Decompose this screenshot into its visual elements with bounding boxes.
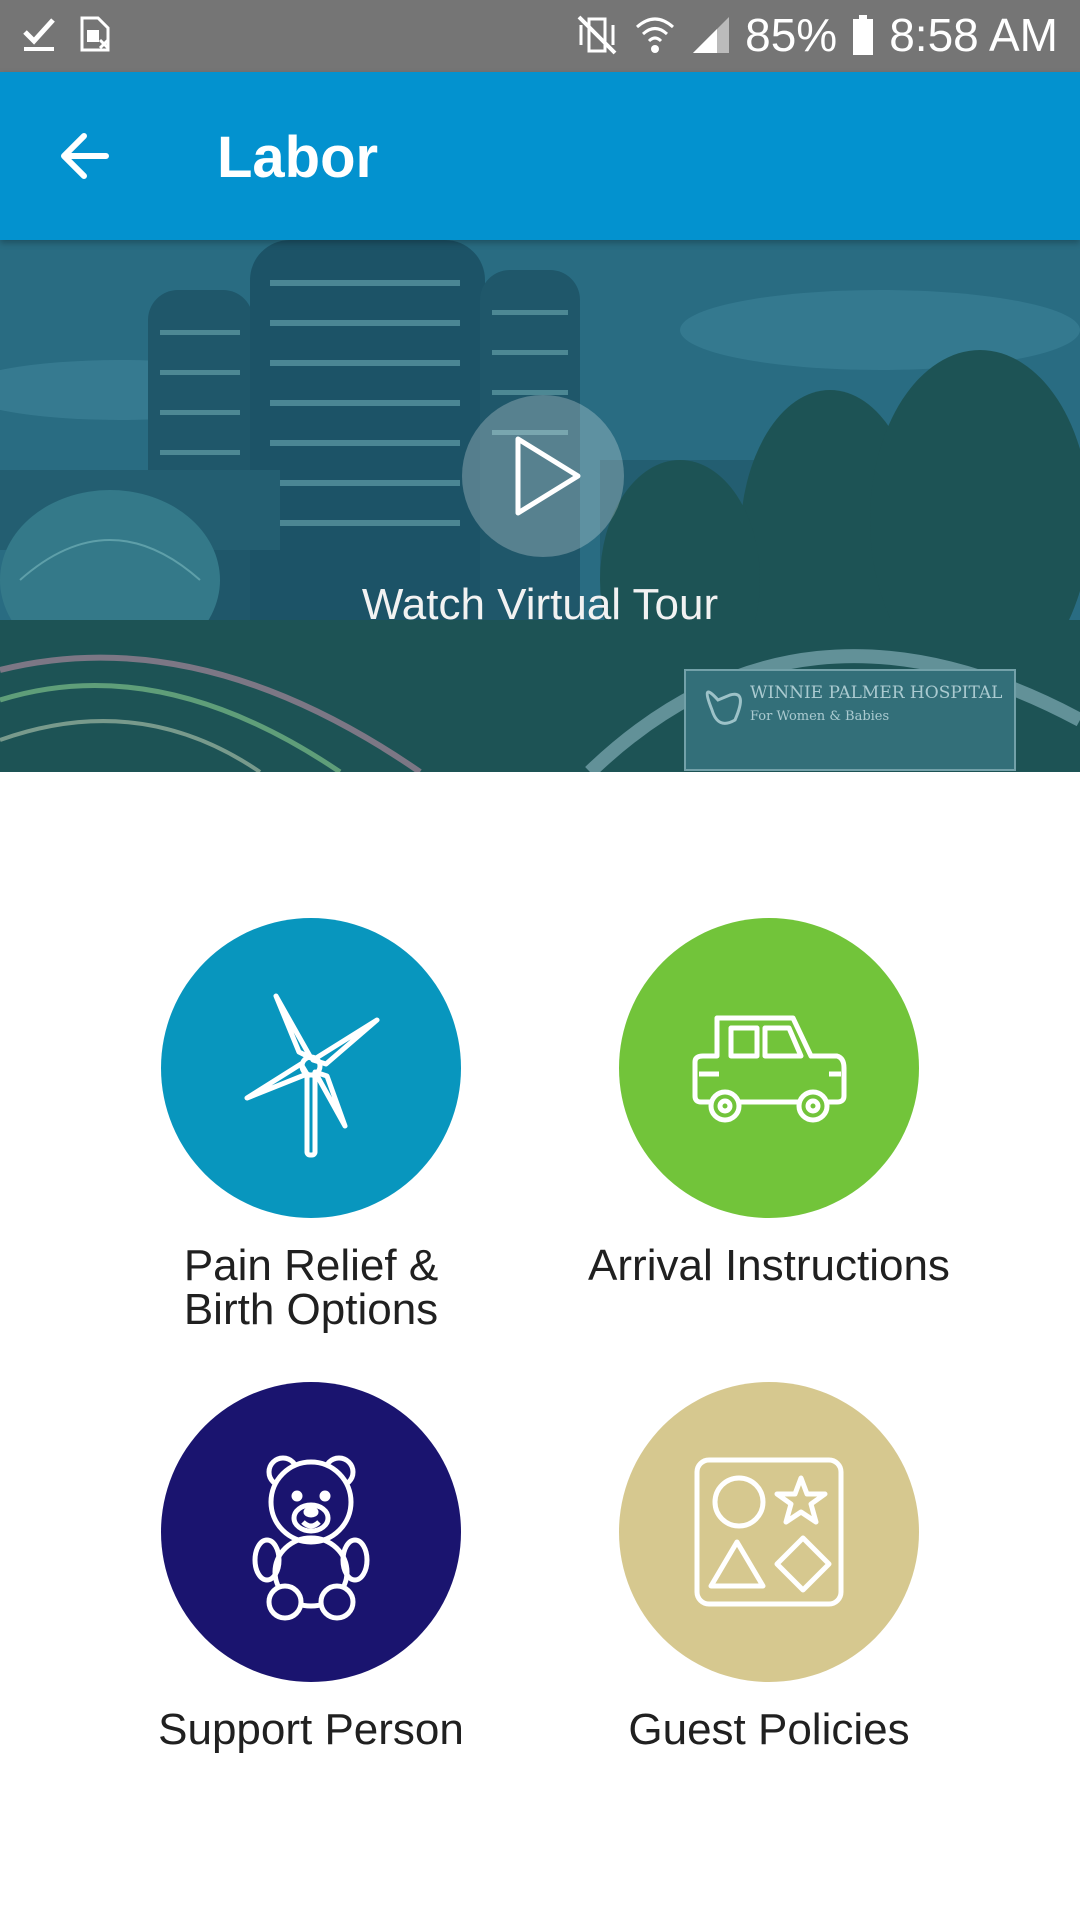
pain-relief-label: Pain Relief & Birth Options bbox=[183, 1241, 439, 1334]
virtual-tour-banner[interactable]: WINNIE PALMER HOSPITAL For Women & Babie… bbox=[0, 240, 1080, 772]
wifi-icon bbox=[636, 17, 675, 53]
guest-policies-label: Guest Policies bbox=[628, 1705, 910, 1754]
tile-arrival-instructions[interactable]: Arrival Instructions bbox=[539, 918, 999, 1288]
arrival-instructions-label: Arrival Instructions bbox=[588, 1241, 950, 1290]
sim-card-icon bbox=[80, 16, 110, 52]
battery-icon bbox=[853, 15, 874, 55]
pinwheel-icon bbox=[244, 993, 380, 1158]
support-person-label: Support Person bbox=[158, 1705, 464, 1754]
clock: 8:58 AM bbox=[889, 9, 1058, 61]
watch-virtual-tour-label[interactable]: Watch Virtual Tour bbox=[0, 580, 1080, 630]
back-button[interactable] bbox=[54, 126, 114, 186]
tile-guest-policies[interactable]: Guest Policies bbox=[539, 1382, 999, 1752]
tile-pain-relief[interactable]: Pain Relief & Birth Options bbox=[81, 918, 541, 1332]
play-button[interactable] bbox=[462, 395, 624, 557]
download-complete-icon bbox=[23, 18, 55, 51]
arrow-left-icon bbox=[61, 133, 109, 179]
play-icon bbox=[515, 436, 581, 516]
teddy-bear-icon bbox=[252, 1455, 370, 1621]
status-bar: 85% 8:58 AM bbox=[0, 0, 1080, 72]
support-person-circle[interactable] bbox=[161, 1382, 461, 1682]
shapes-puzzle-icon bbox=[694, 1457, 844, 1607]
app-bar: Labor bbox=[0, 72, 1080, 240]
arrival-instructions-circle[interactable] bbox=[619, 918, 919, 1218]
signal-icon bbox=[693, 17, 730, 53]
guest-policies-circle[interactable] bbox=[619, 1382, 919, 1682]
tile-support-person[interactable]: Support Person bbox=[81, 1382, 541, 1752]
pain-relief-circle[interactable] bbox=[161, 918, 461, 1218]
battery-percent: 85% bbox=[745, 9, 838, 61]
page-title: Labor bbox=[217, 125, 379, 190]
car-icon bbox=[692, 1015, 847, 1123]
vibrate-mute-icon bbox=[577, 15, 617, 55]
